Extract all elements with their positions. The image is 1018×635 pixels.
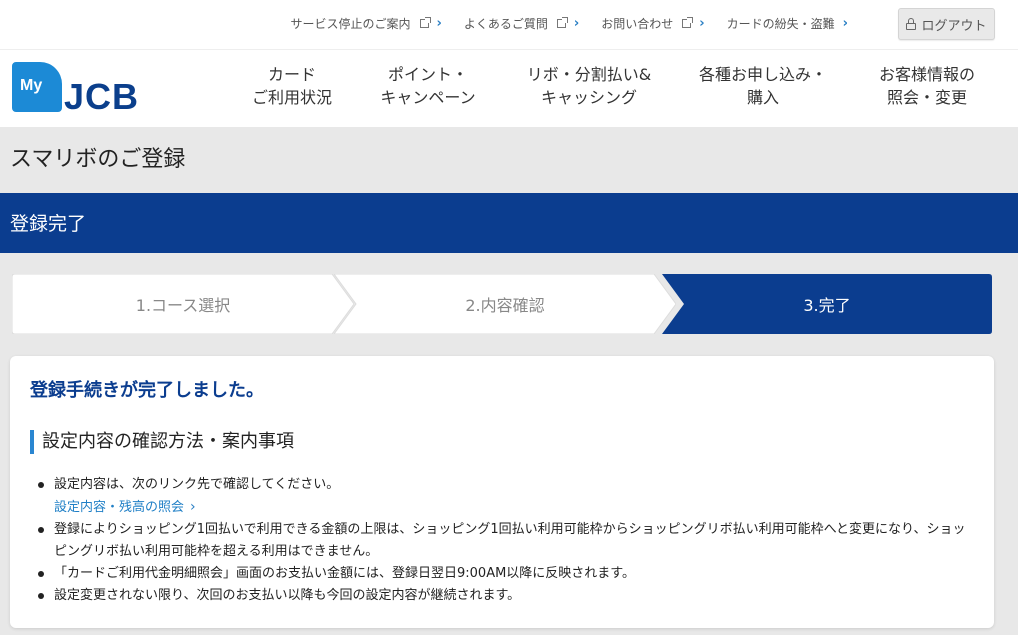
logout-button[interactable]: ログアウト (898, 8, 995, 40)
contact-link[interactable]: お問い合わせ › (601, 15, 704, 32)
lock-icon (906, 18, 917, 30)
faq-link[interactable]: よくあるご質問 › (464, 15, 579, 32)
nav-points-campaign[interactable]: ポイント・ キャンペーン (367, 63, 489, 109)
info-list: 設定内容は、次のリンク先で確認してください。 設定内容・残高の照会 › 登録により… (36, 474, 976, 607)
step-2-label: 2.内容確認 (465, 296, 545, 315)
chevron-right-icon: › (190, 499, 196, 515)
list-item: 「カードご利用代金明細照会」画面のお支払い金額には、登録日翌日9:00AM以降に… (36, 563, 976, 585)
nav-card-usage[interactable]: カード ご利用状況 (240, 63, 344, 109)
utility-bar: サービス停止のご案内 › よくあるご質問 › お問い合わせ › カードの紛失・盗… (0, 0, 1018, 50)
lost-card-label: カードの紛失・盗難 (726, 17, 835, 31)
chevron-right-icon: › (573, 16, 580, 31)
completion-message: 登録手続きが完了しました。 (30, 380, 264, 401)
service-notice-link[interactable]: サービス停止のご案内 › (291, 15, 442, 32)
step-2: 2.内容確認 (334, 274, 676, 334)
utility-links: サービス停止のご案内 › よくあるご質問 › お問い合わせ › カードの紛失・盗… (291, 15, 849, 32)
contact-label: お問い合わせ (601, 17, 674, 31)
external-link-icon (419, 17, 431, 28)
step-3: 3.完了 (662, 274, 992, 334)
main-nav: My JCB カード ご利用状況 ポイント・ キャンペーン リボ・分割払い& キ… (0, 50, 1018, 127)
logo-jcb-wordmark: JCB (64, 76, 140, 117)
balance-inquiry-label: 設定内容・残高の照会 (54, 500, 185, 515)
page-title: スマリボのご登録 (10, 147, 186, 172)
service-notice-label: サービス停止のご案内 (290, 17, 411, 31)
progress-steps: 1.コース選択 2.内容確認 3.完了 (12, 274, 992, 334)
nav-customer-info[interactable]: お客様情報の 照会・変更 (862, 63, 992, 109)
step-1: 1.コース選択 (12, 274, 354, 334)
lost-card-link[interactable]: カードの紛失・盗難 › (727, 15, 848, 32)
chevron-right-icon: › (842, 16, 848, 31)
logo-my-badge: My (12, 62, 62, 112)
section-band: 登録完了 (0, 193, 1018, 253)
faq-label: よくあるご質問 (463, 17, 548, 31)
nav-applications[interactable]: 各種お申し込み・ 購入 (689, 63, 837, 109)
completion-card: 登録手続きが完了しました。 設定内容の確認方法・案内事項 設定内容は、次のリンク… (10, 356, 994, 628)
myjcb-logo[interactable]: My JCB (12, 62, 172, 116)
section-heading: 設定内容の確認方法・案内事項 (30, 430, 294, 454)
chevron-right-icon: › (699, 16, 705, 31)
balance-inquiry-link[interactable]: 設定内容・残高の照会 › (54, 496, 196, 519)
external-link-icon (556, 17, 568, 28)
external-link-icon (682, 17, 694, 28)
list-item: 登録によりショッピング1回払いで利用できる金額の上限は、ショッピング1回払い利用… (36, 519, 976, 563)
bullet-1-text: 設定内容は、次のリンク先で確認してください。 (54, 477, 340, 492)
step-3-label: 3.完了 (803, 296, 851, 315)
nav-revolving-installment[interactable]: リボ・分割払い& キャッシング (514, 63, 664, 109)
step-1-label: 1.コース選択 (135, 296, 231, 315)
list-item: 設定変更されない限り、次回のお支払い以降も今回の設定内容が継続されます。 (36, 585, 976, 607)
chevron-right-icon: › (436, 16, 442, 31)
list-item: 設定内容は、次のリンク先で確認してください。 設定内容・残高の照会 › (36, 474, 976, 519)
logout-label: ログアウト (921, 18, 987, 34)
